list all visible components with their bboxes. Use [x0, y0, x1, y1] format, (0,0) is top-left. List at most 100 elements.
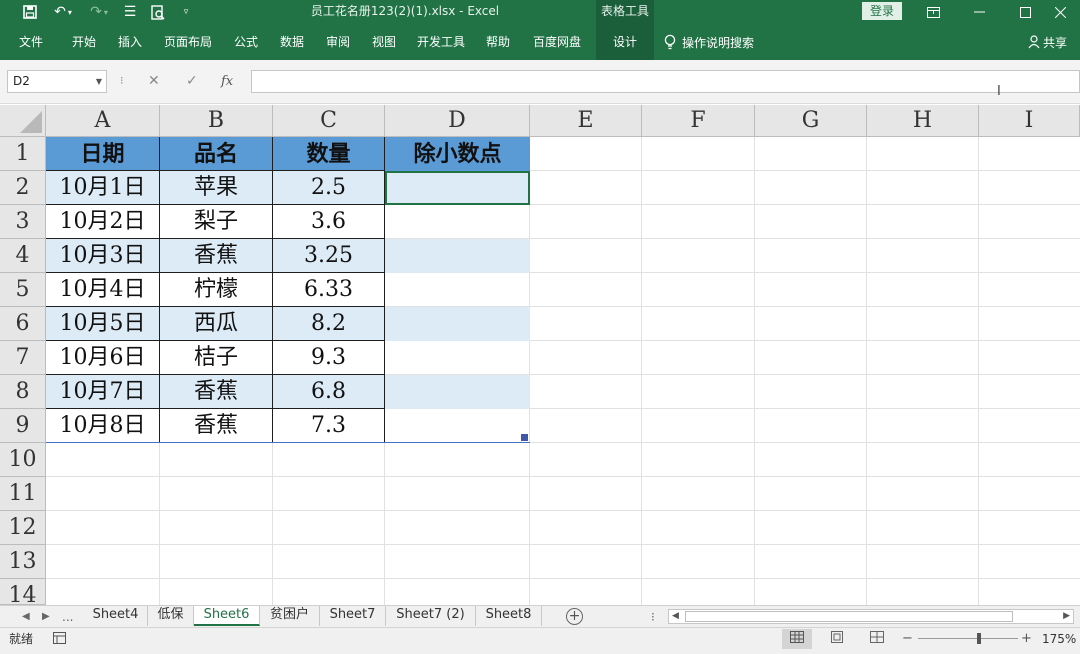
zoom-out-icon[interactable]: −: [902, 628, 913, 650]
minimize-icon[interactable]: [956, 0, 1002, 24]
print-preview-icon[interactable]: [148, 0, 168, 24]
row-header[interactable]: 4: [0, 239, 46, 273]
row-header[interactable]: 6: [0, 307, 46, 341]
status-bar: 就绪 − + 175%: [0, 627, 1080, 654]
zoom-in-icon[interactable]: +: [1021, 628, 1032, 650]
column-header-b[interactable]: B: [160, 105, 273, 137]
row-header[interactable]: 14: [0, 579, 46, 605]
worksheet-grid[interactable]: A B C D E F G H I 1 2 3 4 5 6 7 8 9 10 1…: [0, 105, 1080, 605]
share-button[interactable]: 共享: [1028, 24, 1067, 60]
zoom-level[interactable]: 175%: [1042, 628, 1076, 650]
gridline: [46, 544, 1080, 545]
tab-home[interactable]: 开始: [62, 24, 106, 60]
column-header-g[interactable]: G: [755, 105, 867, 137]
formula-bar-grip-icon: ⁝: [120, 74, 124, 87]
undo-icon[interactable]: ↶ ▾: [48, 0, 78, 24]
gridline: [384, 443, 385, 605]
row-header[interactable]: 3: [0, 205, 46, 239]
window-title: 员工花名册123(2)(1).xlsx - Excel: [310, 4, 500, 18]
gridline: [866, 137, 867, 605]
column-header-a[interactable]: A: [46, 105, 160, 137]
normal-view-icon[interactable]: [782, 629, 812, 649]
formula-bar: D2 ▼ ⁝ ✕ ✓ fx: [0, 60, 1080, 104]
sheet-tab[interactable]: 低保: [148, 606, 194, 626]
tab-review[interactable]: 审阅: [316, 24, 360, 60]
row-header[interactable]: 13: [0, 545, 46, 579]
row-header[interactable]: 9: [0, 409, 46, 443]
column-header-h[interactable]: H: [867, 105, 979, 137]
scroll-left-arrow-icon[interactable]: ◀: [672, 610, 679, 623]
row-header[interactable]: 5: [0, 273, 46, 307]
gridline: [272, 443, 273, 605]
tab-design[interactable]: 设计: [596, 24, 654, 60]
row-header[interactable]: 12: [0, 511, 46, 545]
table-tools-context-label: 表格工具: [596, 0, 654, 24]
gridline: [159, 443, 160, 605]
customize-icon[interactable]: ☰: [120, 0, 140, 24]
quick-access-dropdown-icon[interactable]: ▿: [178, 0, 194, 24]
sheet-tab-active[interactable]: Sheet6: [194, 606, 260, 626]
tab-file[interactable]: 文件: [10, 24, 52, 60]
close-icon[interactable]: [1040, 0, 1080, 24]
tab-view[interactable]: 视图: [362, 24, 406, 60]
cancel-icon[interactable]: ✕: [148, 70, 160, 93]
column-header-c[interactable]: C: [273, 105, 385, 137]
gridline: [46, 476, 1080, 477]
gridline: [641, 137, 642, 605]
save-icon[interactable]: [18, 0, 42, 24]
sheet-tab[interactable]: Sheet4: [84, 606, 148, 626]
sheet-tab[interactable]: 贫困户: [260, 606, 320, 626]
redo-icon[interactable]: ↷ ▾: [86, 0, 112, 24]
column-header-i[interactable]: I: [979, 105, 1080, 137]
row-header[interactable]: 7: [0, 341, 46, 375]
tab-split-grip-icon[interactable]: ⁝: [651, 606, 655, 628]
scroll-left-icon[interactable]: ◀: [22, 606, 30, 628]
name-box-dropdown-icon[interactable]: ▼: [96, 71, 102, 92]
horizontal-scrollbar[interactable]: ◀ ▶: [668, 609, 1074, 624]
gridline: [46, 578, 1080, 579]
sheet-tab[interactable]: Sheet7: [320, 606, 386, 626]
select-all-button[interactable]: [0, 105, 46, 137]
scrollbar-thumb[interactable]: [685, 611, 1013, 622]
column-header-d[interactable]: D: [385, 105, 530, 137]
formula-input[interactable]: [251, 70, 1080, 93]
ribbon-display-options-icon[interactable]: [910, 0, 956, 24]
enter-icon[interactable]: ✓: [186, 70, 198, 93]
add-sheet-icon[interactable]: +: [566, 608, 583, 625]
ribbon-tabs: 文件 开始 插入 页面布局 公式 数据 审阅 视图 开发工具 帮助 百度网盘 设…: [0, 24, 1080, 60]
more-sheets-button[interactable]: ...: [62, 606, 73, 628]
page-layout-view-icon[interactable]: [822, 629, 852, 649]
name-box[interactable]: D2 ▼: [7, 70, 107, 93]
tab-developer[interactable]: 开发工具: [410, 24, 472, 60]
person-icon: [1028, 35, 1040, 49]
page-break-view-icon[interactable]: [862, 629, 892, 649]
scroll-right-arrow-icon[interactable]: ▶: [1063, 610, 1070, 623]
zoom-slider-knob[interactable]: [977, 633, 981, 644]
tab-page-layout[interactable]: 页面布局: [158, 24, 218, 60]
tab-formulas[interactable]: 公式: [224, 24, 268, 60]
row-header[interactable]: 1: [0, 137, 46, 171]
tell-me-label: 操作说明搜索: [682, 35, 755, 50]
name-box-value: D2: [13, 74, 30, 88]
column-header-f[interactable]: F: [642, 105, 755, 137]
tab-insert[interactable]: 插入: [108, 24, 152, 60]
tab-baidu-netdisk[interactable]: 百度网盘: [526, 24, 588, 60]
macro-record-icon[interactable]: [53, 632, 66, 647]
zoom-slider[interactable]: [918, 638, 1018, 639]
sheet-tab[interactable]: Sheet7 (2): [386, 606, 476, 626]
column-header-e[interactable]: E: [530, 105, 642, 137]
tell-me-search[interactable]: 操作说明搜索: [664, 24, 754, 60]
lightbulb-icon: [664, 34, 676, 50]
ready-status: 就绪: [9, 632, 34, 646]
row-header[interactable]: 10: [0, 443, 46, 477]
row-header[interactable]: 2: [0, 171, 46, 205]
row-header[interactable]: 11: [0, 477, 46, 511]
table-resize-handle[interactable]: [521, 434, 528, 441]
row-header[interactable]: 8: [0, 375, 46, 409]
sheet-tab[interactable]: Sheet8: [476, 606, 542, 626]
tab-help[interactable]: 帮助: [476, 24, 520, 60]
insert-function-button[interactable]: fx: [221, 70, 233, 93]
scroll-right-icon[interactable]: ▶: [42, 606, 50, 628]
tab-data[interactable]: 数据: [270, 24, 314, 60]
login-button[interactable]: 登录: [862, 2, 902, 20]
